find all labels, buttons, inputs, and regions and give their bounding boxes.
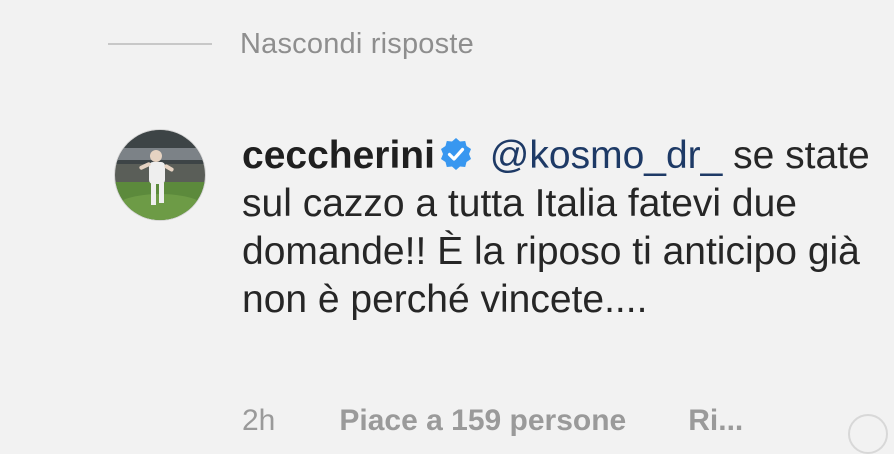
thread-divider-line <box>108 43 212 45</box>
verified-badge-icon <box>439 135 473 170</box>
comment-mention[interactable]: @kosmo_dr_ <box>490 134 723 177</box>
comment-actions: 2h Piace a 159 persone Ri... <box>242 404 743 438</box>
like-heart-icon[interactable] <box>848 414 888 454</box>
comment-username[interactable]: ceccherini <box>242 134 435 177</box>
likes-count-link[interactable]: Piace a 159 persone <box>339 404 626 438</box>
avatar-photo <box>115 130 205 220</box>
reply-button[interactable]: Ri... <box>688 404 743 438</box>
comment-body: ceccherini @kosmo_dr_ se state sul cazzo… <box>242 132 882 324</box>
hide-replies-toggle[interactable]: Nascondi risposte <box>108 22 474 66</box>
avatar[interactable] <box>114 129 206 221</box>
hide-replies-label: Nascondi risposte <box>240 27 474 60</box>
comment-timestamp: 2h <box>242 404 276 437</box>
